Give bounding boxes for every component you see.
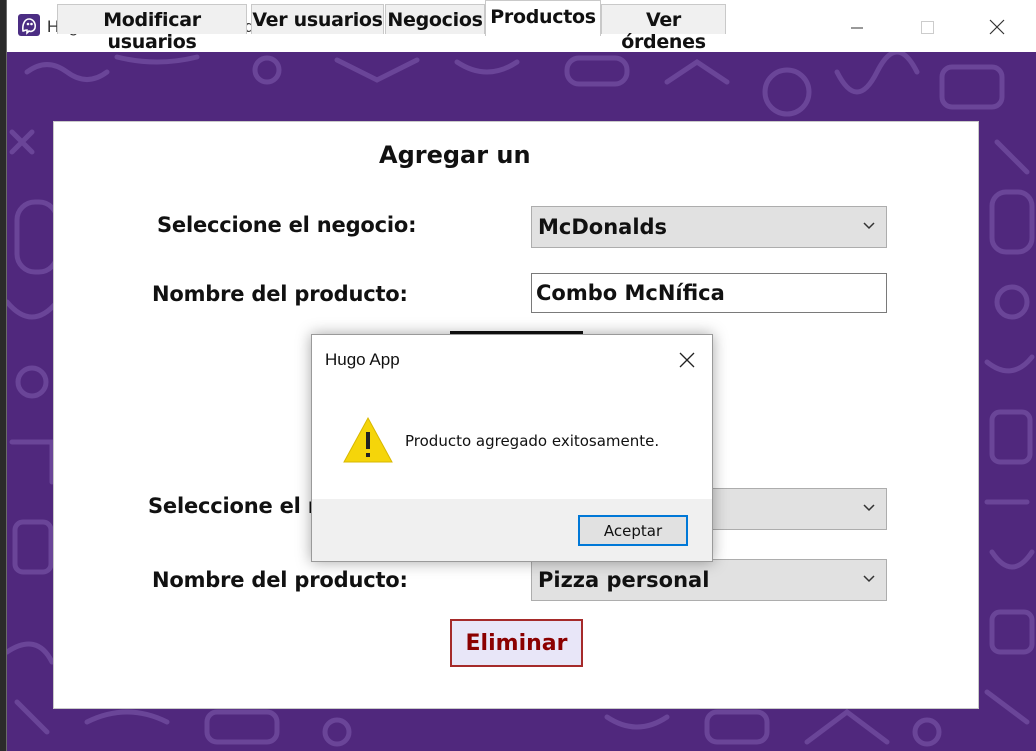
chevron-down-icon (863, 575, 875, 583)
app-window: Hugo - Usuario administrador (6, 0, 1036, 751)
tab-ver-ordenes[interactable]: Ver órdenes (601, 4, 726, 53)
close-icon (679, 352, 695, 368)
message-dialog: Hugo App Producto agregado exitosamente.… (311, 334, 713, 562)
tab-ver-usuarios[interactable]: Ver usuarios (251, 4, 384, 34)
tab-modificar-usuarios[interactable]: Modificar usuarios (57, 4, 247, 53)
accept-button[interactable]: Aceptar (578, 515, 688, 546)
warning-icon (342, 415, 394, 469)
minimize-button[interactable] (827, 0, 887, 52)
chevron-down-icon (863, 222, 875, 230)
delete-product-name-label: Nombre del producto: (152, 568, 408, 592)
add-product-heading: Agregar un (379, 141, 531, 169)
dialog-footer: Aceptar (312, 499, 712, 561)
add-business-select[interactable]: McDonalds (531, 206, 887, 248)
tab-productos[interactable]: Productos (485, 0, 601, 36)
dialog-close-button[interactable] (676, 349, 698, 371)
chevron-down-icon (863, 504, 875, 512)
delete-button[interactable]: Eliminar (450, 619, 583, 667)
add-business-value: McDonalds (538, 215, 668, 239)
dialog-message: Producto agregado exitosamente. (405, 432, 660, 450)
product-name-input[interactable]: Combo McNífica (531, 273, 887, 313)
dialog-title: Hugo App (325, 350, 400, 369)
app-logo-icon (18, 14, 40, 36)
delete-product-value: Pizza personal (538, 568, 710, 592)
add-product-name-label: Nombre del producto: (152, 282, 408, 306)
delete-product-select[interactable]: Pizza personal (531, 559, 887, 601)
tab-negocios[interactable]: Negocios (385, 4, 485, 34)
maximize-button[interactable] (897, 0, 957, 52)
add-business-label: Seleccione el negocio: (157, 213, 417, 237)
close-window-button[interactable] (967, 0, 1027, 52)
delete-business-label: Seleccione el ne (148, 494, 337, 518)
